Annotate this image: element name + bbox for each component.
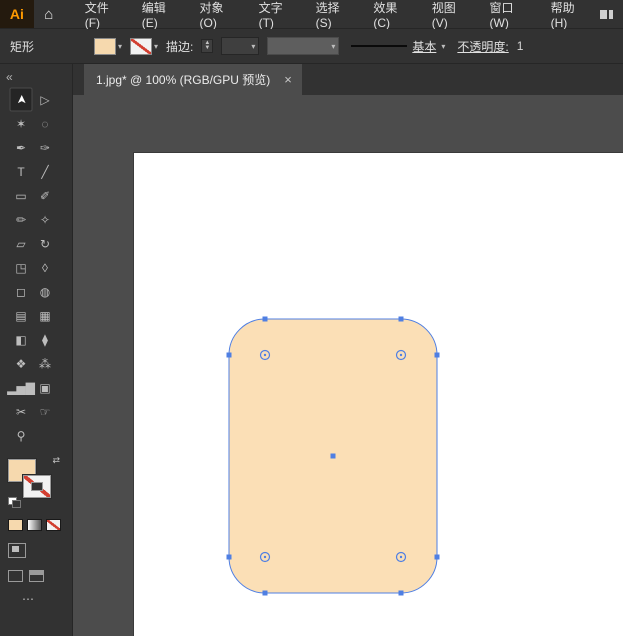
shape-center-point[interactable] [330, 453, 336, 459]
document-tab-bar: 1.jpg* @ 100% (RGB/GPU 预览) × [73, 64, 623, 95]
opacity-value[interactable]: 1 [517, 39, 524, 53]
eyedropper-tool[interactable]: ⧫ [33, 328, 57, 351]
document-tab[interactable]: 1.jpg* @ 100% (RGB/GPU 预览) × [84, 64, 302, 95]
width-profile-caret-icon[interactable]: ▾ [331, 42, 335, 51]
tab-close-icon[interactable]: × [284, 72, 292, 87]
paintbrush-tool[interactable]: ✐ [33, 184, 57, 207]
menu-bar: Ai ⌂ 文件(F) 编辑(E) 对象(O) 文字(T) 选择(S) 效果(C) 视图(V)… [0, 0, 623, 30]
fill-caret-icon[interactable]: ▾ [118, 42, 122, 51]
arrange-documents-icon[interactable] [599, 9, 613, 19]
control-bar: 矩形 ▾ ▾ 描边: ▲ ▼ ▾ ▾ 基本 ▾ 不透明度: 1 [0, 29, 623, 64]
menu-item-1[interactable]: 编辑(E) [133, 0, 191, 30]
rectangle-tool[interactable]: ▭ [9, 184, 33, 207]
blend-tool[interactable]: ❖ [9, 352, 33, 375]
gradient-mode-button[interactable] [27, 519, 42, 531]
menu-item-2[interactable]: 对象(O) [191, 0, 250, 30]
canvas-pasteboard[interactable] [73, 95, 623, 636]
direct-selection-tool[interactable]: ▷ [33, 88, 57, 111]
perspective-grid-tool[interactable]: ▤ [9, 304, 33, 327]
swap-fill-stroke-icon[interactable]: ⇄ [52, 455, 60, 466]
brush-name[interactable]: 基本 [412, 38, 436, 55]
collapse-panel-icon[interactable]: « [0, 64, 72, 88]
zoom-tool[interactable]: ⚲ [9, 424, 33, 447]
document-area: 1.jpg* @ 100% (RGB/GPU 预览) × [73, 64, 623, 636]
eraser-tool[interactable]: ▱ [9, 232, 33, 255]
symbol-sprayer-tool[interactable]: ⁂ [33, 352, 57, 375]
gradient-tool[interactable]: ◧ [9, 328, 33, 351]
hand-tool[interactable]: ☞ [33, 400, 57, 423]
menu-item-5[interactable]: 效果(C) [364, 0, 422, 30]
document-tab-label: 1.jpg* @ 100% (RGB/GPU 预览) [96, 73, 271, 87]
fill-color-control[interactable]: ▾ [94, 37, 122, 55]
shaper-tool[interactable]: ✧ [33, 208, 57, 231]
width-profile-dropdown[interactable]: ▾ [267, 37, 340, 55]
width-tool[interactable]: ◊ [33, 256, 57, 279]
pen-tool[interactable]: ✒ [9, 136, 33, 159]
menu-item-3[interactable]: 文字(T) [250, 0, 307, 30]
fill-stroke-indicator[interactable]: ⇄ [8, 455, 60, 508]
brush-caret-icon[interactable]: ▾ [441, 42, 445, 51]
selection-type-label: 矩形 [10, 39, 35, 54]
free-transform-tool[interactable]: ◻ [9, 280, 33, 303]
none-mode-button[interactable] [46, 519, 61, 531]
selected-shape-layer [226, 316, 440, 596]
menu-item-4[interactable]: 选择(S) [307, 0, 365, 30]
fill-swatch[interactable] [94, 37, 117, 55]
screen-mode-full-icon[interactable] [29, 570, 44, 582]
artboard[interactable] [134, 153, 623, 636]
body-row: « ➤ ▷ ✶ ◌ ✒ ✑ T ╱ ▭ ✐ ✏ ✧ ▱ ↻ ◳ ◊ ◻ ◍ ▤ ▦ ◧ ⧫ ❖ ⁂ ▂▅▇ ▣ ✂ ☞ ⚲ ⇄ ⋯ [0, 64, 623, 636]
tools-panel: « ➤ ▷ ✶ ◌ ✒ ✑ T ╱ ▭ ✐ ✏ ✧ ▱ ↻ ◳ ◊ ◻ ◍ ▤ ▦ ◧ ⧫ ❖ ⁂ ▂▅▇ ▣ ✂ ☞ ⚲ ⇄ ⋯ [0, 64, 73, 636]
mesh-tool[interactable]: ▦ [33, 304, 57, 327]
pencil-tool[interactable]: ✏ [9, 208, 33, 231]
magic-wand-tool[interactable]: ✶ [9, 112, 33, 135]
illustrator-app: Ai ⌂ 文件(F) 编辑(E) 对象(O) 文字(T) 选择(S) 效果(C) 视图(V)… [0, 0, 623, 636]
menu-item-6[interactable]: 视图(V) [423, 0, 481, 30]
screen-mode-normal-icon[interactable] [8, 570, 23, 582]
selection-tool[interactable]: ➤ [9, 87, 33, 112]
column-graph-tool[interactable]: ▂▅▇ [7, 376, 35, 399]
curvature-tool[interactable]: ✑ [33, 136, 57, 159]
color-mode-button[interactable] [8, 519, 23, 531]
stroke-weight-label: 描边: [166, 39, 194, 54]
brush-definition-dropdown[interactable]: 基本 ▾ [347, 37, 449, 55]
shape-builder-tool[interactable]: ◍ [33, 280, 57, 303]
paint-mode-buttons [8, 519, 72, 531]
scale-tool[interactable]: ◳ [9, 256, 33, 279]
line-segment-tool[interactable]: ╱ [33, 160, 57, 183]
stroke-none-swatch[interactable] [130, 37, 153, 55]
lasso-tool[interactable]: ◌ [33, 112, 57, 135]
stepper-down-icon[interactable]: ▼ [204, 45, 210, 51]
stroke-caret-icon[interactable]: ▾ [154, 42, 158, 51]
menu-item-7[interactable]: 窗口(W) [481, 0, 542, 30]
edit-toolbar-ellipsis[interactable]: ⋯ [22, 592, 72, 606]
screen-mode-buttons [8, 570, 72, 582]
tool-grid: ➤ ▷ ✶ ◌ ✒ ✑ T ╱ ▭ ✐ ✏ ✧ ▱ ↻ ◳ ◊ ◻ ◍ ▤ ▦ ◧ ⧫ ❖ ⁂ ▂▅▇ ▣ ✂ ☞ ⚲ [0, 87, 72, 447]
menu-item-0[interactable]: 文件(F) [76, 0, 133, 30]
stroke-weight-dropdown[interactable]: ▾ [221, 37, 260, 55]
brush-stroke-preview [351, 45, 408, 47]
stroke-weight-caret-icon[interactable]: ▾ [251, 42, 255, 51]
stroke-weight-stepper[interactable]: ▲ ▼ [201, 39, 214, 53]
menu-list: 文件(F) 编辑(E) 对象(O) 文字(T) 选择(S) 效果(C) 视图(V) 窗口(W)… [76, 0, 600, 30]
type-tool[interactable]: T [9, 160, 33, 183]
default-fill-stroke-icon[interactable] [8, 497, 21, 508]
rotate-tool[interactable]: ↻ [33, 232, 57, 255]
home-icon[interactable]: ⌂ [34, 6, 64, 23]
artboard-tool[interactable]: ▣ [33, 376, 57, 399]
slice-tool[interactable]: ✂ [9, 400, 33, 423]
app-logo: Ai [0, 0, 34, 28]
draw-mode-button[interactable] [8, 543, 26, 558]
menu-item-8[interactable]: 帮助(H) [542, 0, 600, 30]
opacity-link[interactable]: 不透明度: [457, 38, 508, 55]
stroke-color-proxy[interactable] [23, 475, 51, 498]
stroke-color-control[interactable]: ▾ [130, 37, 158, 55]
